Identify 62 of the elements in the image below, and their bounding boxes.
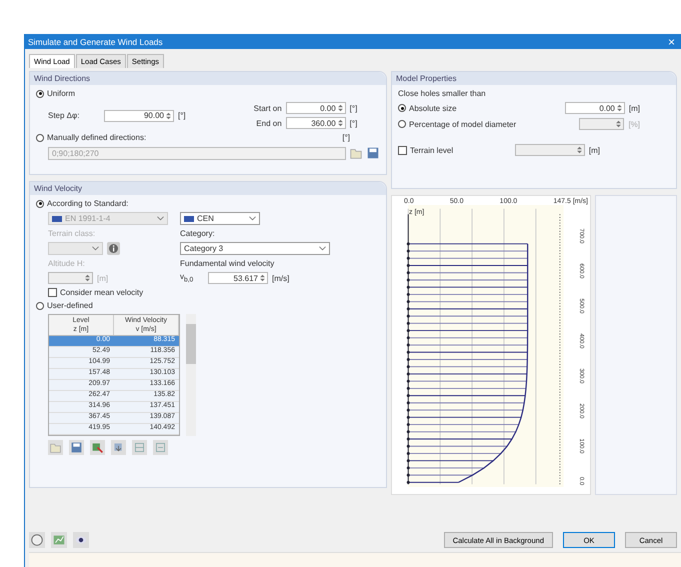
field-label: Step Δφ:	[48, 111, 80, 120]
group-title: Wind Velocity	[30, 182, 386, 195]
chevron-down-icon[interactable]	[92, 246, 99, 251]
spinner-arrows-icon[interactable]	[616, 120, 622, 128]
checkbox-option[interactable]: Consider mean velocity	[36, 288, 380, 297]
unit-label: [m]	[97, 274, 108, 282]
checkbox-option[interactable]: Terrain level	[398, 146, 454, 154]
close-button[interactable]: ×	[662, 34, 681, 48]
symbol-label: v$_{b,0}$	[180, 272, 194, 284]
chart-icon[interactable]	[51, 532, 67, 548]
spin-field[interactable]: 53.617	[208, 272, 268, 284]
field-label: Altitude H:	[48, 259, 85, 268]
spinner-arrows-icon[interactable]	[616, 104, 622, 112]
unit-label: [°]	[342, 133, 350, 142]
spin-field[interactable]: 0.00	[286, 102, 346, 114]
help-icon[interactable]	[29, 532, 45, 548]
field-label: Start on	[252, 104, 282, 112]
spin-field[interactable]: 360.00	[286, 117, 346, 129]
spinner-arrows-icon[interactable]	[166, 112, 171, 120]
window-title: Simulate and Generate Wind Loads	[28, 36, 163, 46]
table-import-icon[interactable]	[111, 440, 126, 455]
radio-option[interactable]: Manually defined directions:	[36, 133, 146, 142]
section-label: Close holes smaller than	[398, 89, 487, 98]
chevron-down-icon[interactable]	[249, 216, 256, 221]
field-label: Category:	[180, 229, 215, 238]
unit-label: [°]	[350, 104, 358, 112]
category-dropdown[interactable]: Category 3	[180, 242, 330, 255]
save-icon[interactable]	[366, 146, 380, 160]
spin-field[interactable]: 90.00	[104, 110, 174, 122]
radio-option[interactable]: User-defined	[36, 301, 380, 310]
table-edit-icon[interactable]	[90, 440, 105, 455]
spin-field[interactable]	[579, 118, 624, 130]
unit-label: [°]	[178, 111, 186, 120]
unit-label: [m]	[628, 104, 640, 112]
radio-option[interactable]: According to Standard:	[36, 199, 380, 208]
spinner-arrows-icon[interactable]	[260, 274, 265, 282]
spinner-arrows-icon[interactable]	[338, 119, 343, 127]
field-label: Fundamental wind velocity	[180, 259, 274, 268]
unit-label: [°]	[350, 118, 358, 128]
spin-field[interactable]	[514, 144, 585, 156]
group-title: Wind Directions	[30, 72, 386, 85]
spinner-arrows-icon[interactable]	[85, 274, 90, 282]
eye-icon[interactable]	[73, 532, 89, 548]
radio-option[interactable]: Uniform	[36, 89, 380, 98]
info-icon[interactable]	[107, 242, 120, 255]
field-label: End on	[255, 118, 282, 128]
spin-field[interactable]: 0.00	[564, 102, 625, 114]
radio-option[interactable]: Percentage of model diameter	[398, 120, 516, 128]
save-icon[interactable]	[69, 440, 84, 455]
spinner-arrows-icon[interactable]	[338, 104, 343, 112]
unit-label: [m/s]	[272, 274, 290, 282]
group-title: Model Properties	[392, 72, 676, 85]
scrollbar[interactable]	[186, 314, 196, 436]
altitude-field[interactable]	[48, 272, 93, 284]
chevron-down-icon[interactable]	[319, 246, 326, 251]
unit-label: [m]	[588, 146, 600, 154]
annex-dropdown[interactable]: CEN	[180, 212, 260, 225]
folder-icon[interactable]	[349, 146, 363, 160]
field-label: Terrain class:	[48, 229, 96, 238]
radio-option[interactable]: Absolute size	[398, 104, 457, 112]
spinner-arrows-icon[interactable]	[576, 146, 582, 154]
unit-label: [%]	[628, 120, 640, 128]
